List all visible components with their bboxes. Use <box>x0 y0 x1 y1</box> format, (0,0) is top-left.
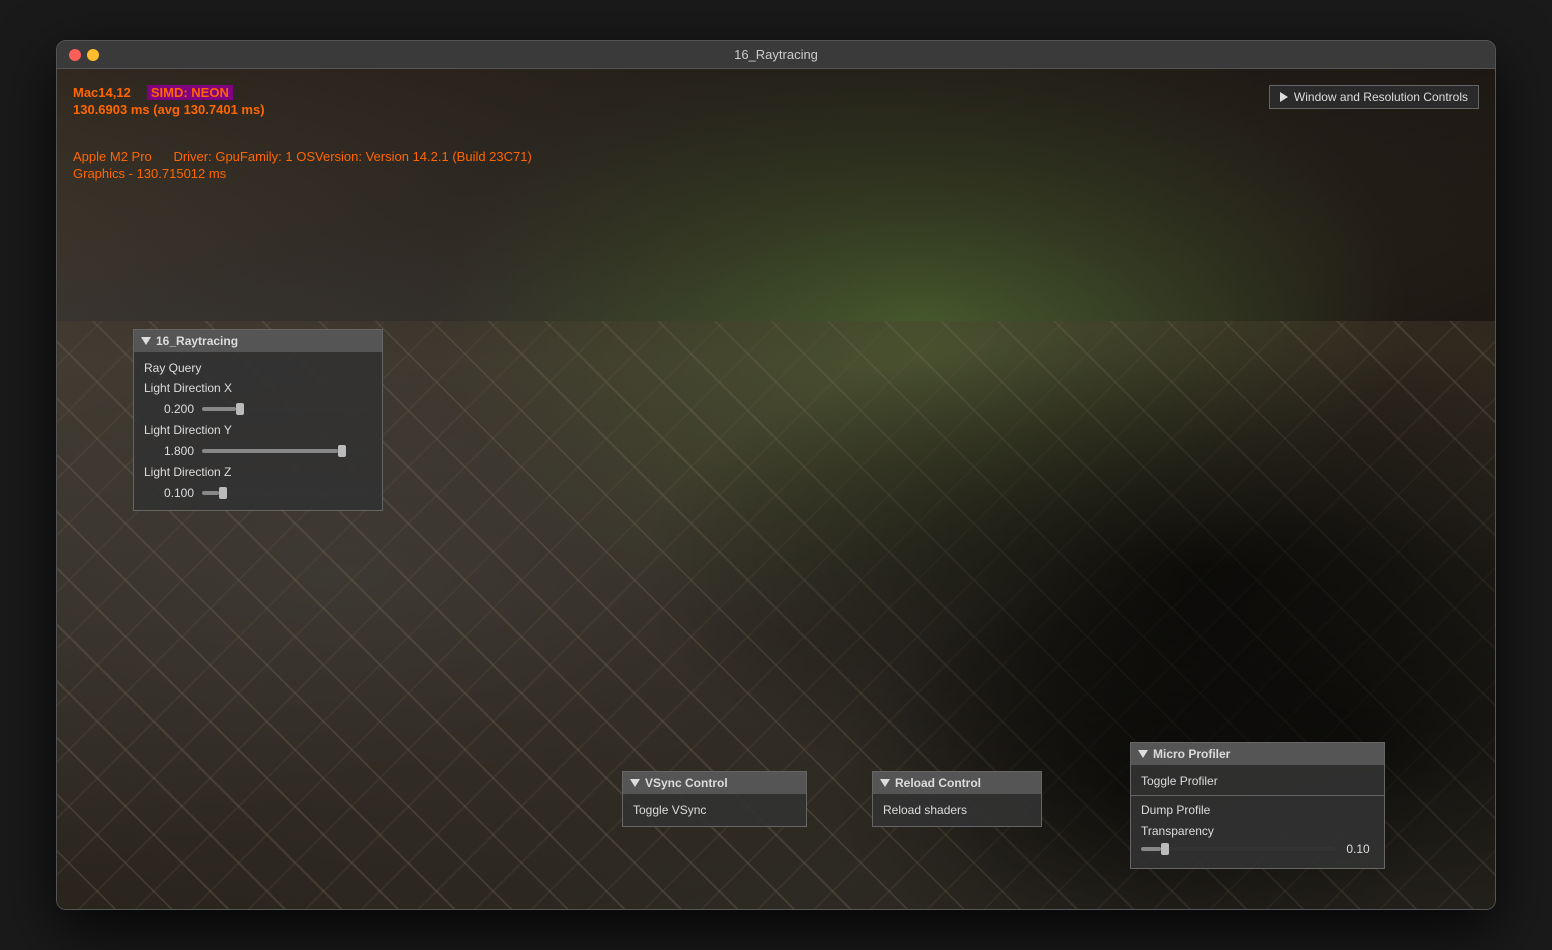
window-resolution-label: Window and Resolution Controls <box>1294 90 1468 104</box>
microprofiler-collapse-icon <box>1138 750 1148 758</box>
light-x-value: 0.200 <box>144 402 194 416</box>
viewport: Mac14,12 SIMD: NEON 130.6903 ms (avg 130… <box>57 69 1495 909</box>
transparency-section: Transparency 0.10 <box>1131 820 1384 862</box>
panel-microprofiler-body: Toggle Profiler Dump Profile Transparenc… <box>1131 765 1384 868</box>
panel-reload-header[interactable]: Reload Control <box>873 772 1041 794</box>
light-z-fill <box>202 491 219 495</box>
light-y-value: 1.800 <box>144 444 194 458</box>
panel-microprofiler-title: Micro Profiler <box>1153 747 1230 761</box>
light-y-track[interactable] <box>202 449 372 453</box>
panel-raytracing-header[interactable]: 16_Raytracing <box>134 330 382 352</box>
close-button[interactable] <box>69 49 81 61</box>
collapse-icon <box>141 337 151 345</box>
hud-platform-line: Mac14,12 SIMD: NEON <box>73 85 532 100</box>
ray-query-label: Ray Query <box>144 361 201 375</box>
hud-simd: SIMD: NEON <box>147 85 233 100</box>
transparency-label: Transparency <box>1141 824 1374 838</box>
vsync-collapse-icon <box>630 779 640 787</box>
window-title: 16_Raytracing <box>734 47 818 62</box>
titlebar-buttons <box>57 49 99 61</box>
panel-raytracing-body: Ray Query Light Direction X 0.200 Light … <box>134 352 382 510</box>
hud-spacer <box>73 119 532 147</box>
titlebar: 16_Raytracing <box>57 41 1495 69</box>
panel-raytracing-title: 16_Raytracing <box>156 334 238 348</box>
panel-reload-body: Reload shaders <box>873 794 1041 826</box>
transparency-thumb <box>1161 843 1169 855</box>
panel-microprofiler-header[interactable]: Micro Profiler <box>1131 743 1384 765</box>
toggle-vsync-label: Toggle VSync <box>633 803 706 817</box>
window-resolution-controls-button[interactable]: Window and Resolution Controls <box>1269 85 1479 109</box>
panel-reload: Reload Control Reload shaders <box>872 771 1042 827</box>
transparency-slider-row[interactable]: 0.10 <box>1141 842 1374 856</box>
toggle-profiler-label: Toggle Profiler <box>1141 774 1218 788</box>
reload-shaders-label: Reload shaders <box>883 803 967 817</box>
panel-reload-title: Reload Control <box>895 776 981 790</box>
light-z-label-row: Light Direction Z <box>134 462 382 482</box>
light-y-label-row: Light Direction Y <box>134 420 382 440</box>
panel-vsync-title: VSync Control <box>645 776 728 790</box>
light-z-thumb <box>219 487 227 499</box>
hud-overlay: Mac14,12 SIMD: NEON 130.6903 ms (avg 130… <box>73 85 532 181</box>
dump-profile-label: Dump Profile <box>1141 803 1210 817</box>
light-z-value: 0.100 <box>144 486 194 500</box>
light-y-thumb <box>338 445 346 457</box>
hud-gpu: Apple M2 Pro <box>73 149 152 164</box>
hud-timing: 130.6903 ms (avg 130.7401 ms) <box>73 102 532 117</box>
light-x-thumb <box>236 403 244 415</box>
hud-platform: Mac14,12 <box>73 85 131 100</box>
light-z-slider-row[interactable]: 0.100 <box>134 482 382 504</box>
minimize-button[interactable] <box>87 49 99 61</box>
reload-collapse-icon <box>880 779 890 787</box>
light-z-label: Light Direction Z <box>144 465 231 479</box>
panel-vsync-header[interactable]: VSync Control <box>623 772 806 794</box>
transparency-fill <box>1141 847 1161 851</box>
panel-vsync-body: Toggle VSync <box>623 794 806 826</box>
light-y-fill <box>202 449 338 453</box>
hud-driver: Driver: GpuFamily: 1 OSVersion: Version … <box>173 149 531 164</box>
light-x-track[interactable] <box>202 407 372 411</box>
toggle-profiler-row[interactable]: Toggle Profiler <box>1131 771 1384 791</box>
panel-vsync: VSync Control Toggle VSync <box>622 771 807 827</box>
panel-raytracing: 16_Raytracing Ray Query Light Direction … <box>133 329 383 511</box>
light-x-label: Light Direction X <box>144 381 232 395</box>
light-x-label-row: Light Direction X <box>134 378 382 398</box>
toggle-vsync-row[interactable]: Toggle VSync <box>623 800 806 820</box>
profiler-divider <box>1131 795 1384 796</box>
transparency-value: 0.10 <box>1342 842 1374 856</box>
reload-shaders-row[interactable]: Reload shaders <box>873 800 1041 820</box>
hud-graphics-timing: Graphics - 130.715012 ms <box>73 166 532 181</box>
light-y-label: Light Direction Y <box>144 423 232 437</box>
hud-gpu-driver: Apple M2 Pro Driver: GpuFamily: 1 OSVers… <box>73 149 532 164</box>
play-icon <box>1280 92 1288 102</box>
light-z-track[interactable] <box>202 491 372 495</box>
light-y-slider-row[interactable]: 1.800 <box>134 440 382 462</box>
light-x-fill <box>202 407 236 411</box>
transparency-track[interactable] <box>1141 847 1336 851</box>
dump-profile-row[interactable]: Dump Profile <box>1131 800 1384 820</box>
panel-microprofiler: Micro Profiler Toggle Profiler Dump Prof… <box>1130 742 1385 869</box>
main-window: 16_Raytracing Mac14,12 SIMD: NEON 130.69… <box>56 40 1496 910</box>
light-x-slider-row[interactable]: 0.200 <box>134 398 382 420</box>
ray-query-row: Ray Query <box>134 358 382 378</box>
